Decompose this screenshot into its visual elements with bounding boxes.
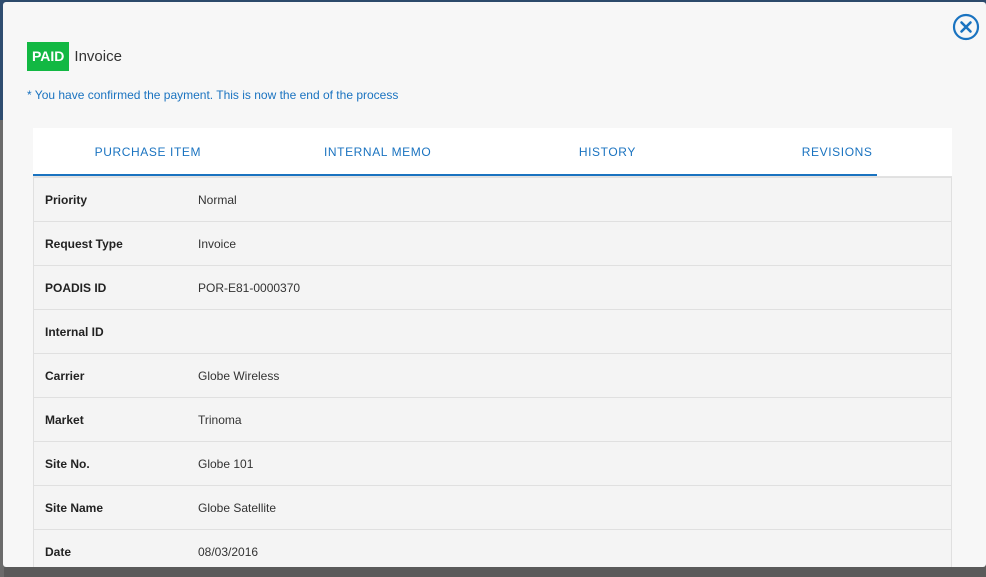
tab-bar: PURCHASE ITEM INTERNAL MEMO HISTORY REVI…	[33, 128, 952, 177]
row-value: Globe Wireless	[198, 368, 280, 383]
row-label: Carrier	[45, 368, 85, 383]
row-label: Site No.	[45, 456, 90, 471]
detail-panel: PURCHASE ITEM INTERNAL MEMO HISTORY REVI…	[33, 128, 952, 567]
row-label: POADIS ID	[45, 280, 107, 295]
tab-indicator	[33, 174, 877, 176]
modal-title: Invoice	[74, 48, 122, 65]
table-row: Request Type Invoice	[33, 222, 952, 266]
tab-revisions[interactable]: REVISIONS	[722, 128, 952, 176]
row-value: Trinoma	[198, 412, 242, 427]
row-value: Normal	[198, 192, 237, 207]
invoice-modal: PAID Invoice * You have confirmed the pa…	[3, 2, 986, 567]
status-badge: PAID	[27, 42, 70, 71]
details-table: Priority Normal Request Type Invoice POA…	[33, 177, 952, 567]
row-label: Internal ID	[45, 324, 104, 339]
row-value: POR-E81-0000370	[198, 280, 301, 295]
modal-header: PAID Invoice	[27, 42, 122, 71]
table-row: POADIS ID POR-E81-0000370	[33, 266, 952, 310]
row-value: Globe 101	[198, 456, 254, 471]
row-label: Priority	[45, 192, 88, 207]
table-row: Market Trinoma	[33, 398, 952, 442]
table-row: Site Name Globe Satellite	[33, 486, 952, 530]
payment-notice: * You have confirmed the payment. This i…	[27, 88, 399, 102]
table-row: Priority Normal	[33, 177, 952, 222]
table-row: Site No. Globe 101	[33, 442, 952, 486]
tab-internal-memo[interactable]: INTERNAL MEMO	[263, 128, 493, 176]
tab-history[interactable]: HISTORY	[493, 128, 723, 176]
row-label: Request Type	[45, 236, 123, 251]
close-icon[interactable]	[952, 13, 980, 41]
row-value: Invoice	[198, 236, 237, 251]
table-row: Carrier Globe Wireless	[33, 354, 952, 398]
row-label: Market	[45, 412, 84, 427]
tab-purchase-item[interactable]: PURCHASE ITEM	[33, 128, 263, 176]
table-row: Internal ID	[33, 310, 952, 354]
table-row: Date 08/03/2016	[33, 530, 952, 567]
row-label: Date	[45, 544, 72, 559]
row-value: Globe Satellite	[198, 500, 277, 515]
row-label: Site Name	[45, 500, 104, 515]
row-value: 08/03/2016	[198, 544, 259, 559]
